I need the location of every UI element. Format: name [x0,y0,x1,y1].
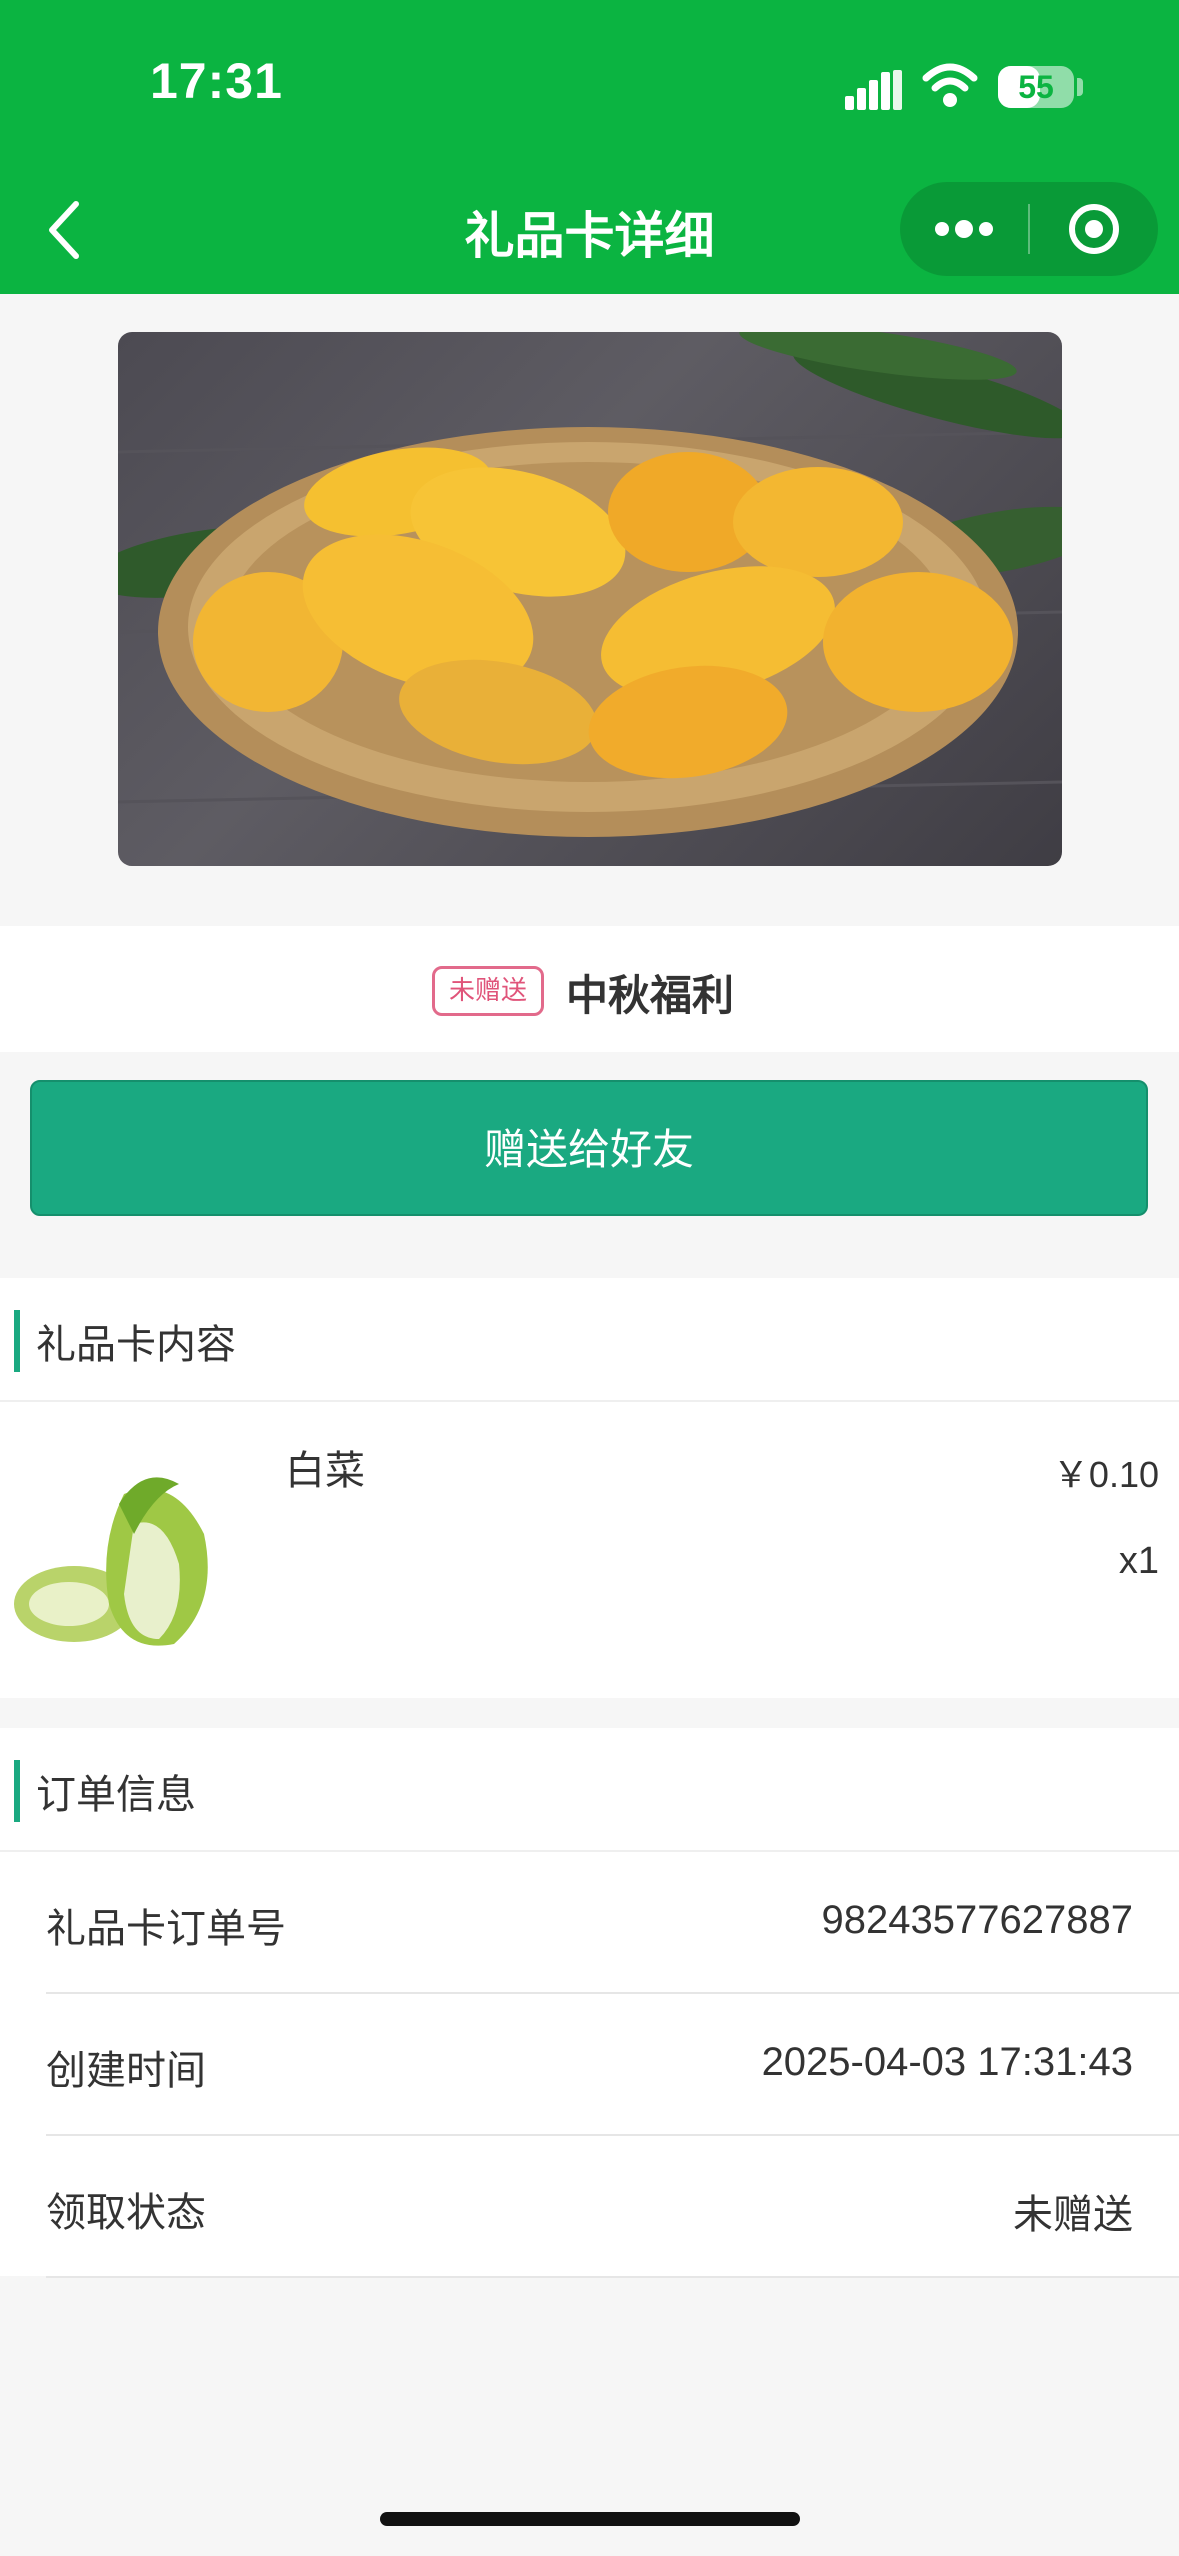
home-indicator[interactable] [380,2512,800,2526]
close-mini-program-button[interactable] [1030,182,1158,276]
wifi-icon [922,63,978,107]
claim-status-row: 领取状态 未赠送 [46,2136,1179,2278]
card-title-row: 未赠送 中秋福利 [0,926,1179,1052]
product-name: 白菜 [285,1448,365,1494]
section-title: 礼品卡内容 [36,1322,236,1368]
gift-card-banner-image [118,332,1062,866]
mini-program-capsule [900,182,1158,276]
target-close-icon [1069,204,1119,254]
gift-card-contents-section: 礼品卡内容 白菜 ￥0.10 x1 [0,1278,1179,1698]
header-bar: 17:31 55 礼品卡详细 [0,0,1179,294]
order-number-row: 礼品卡订单号 98243577627887 [46,1852,1179,1994]
section-accent-bar [14,1310,20,1372]
order-info-section: 订单信息 礼品卡订单号 98243577627887 创建时间 2025-04-… [0,1728,1179,2278]
product-quantity: x1 [1118,1540,1159,1582]
send-to-friend-button[interactable]: 赠送给好友 [30,1080,1148,1216]
battery-icon: 55 [998,66,1074,108]
battery-nub [1077,78,1083,96]
battery-level: 55 [1018,69,1054,105]
created-time-value: 2025-04-03 17:31:43 [761,2040,1133,2084]
section-header: 礼品卡内容 [0,1278,1179,1402]
status-time: 17:31 [150,53,283,109]
section-title: 订单信息 [36,1772,196,1818]
cellular-signal-icon [845,70,902,110]
created-time-row: 创建时间 2025-04-03 17:31:43 [46,1994,1179,2136]
card-name: 中秋福利 [566,971,735,1020]
created-time-label: 创建时间 [46,2048,206,2094]
claim-status-value: 未赠送 [1013,2192,1133,2238]
order-number-value: 98243577627887 [821,1898,1133,1942]
product-image [14,1477,208,1646]
claim-status-label: 领取状态 [46,2190,206,2236]
more-dots-icon [935,220,993,238]
product-price: ￥0.10 [1052,1454,1159,1495]
mango-basket-illustration [118,332,1062,837]
section-accent-bar [14,1760,20,1822]
more-button[interactable] [900,182,1028,276]
section-header: 订单信息 [0,1728,1179,1852]
status-badge: 未赠送 [432,966,545,1016]
order-number-label: 礼品卡订单号 [46,1906,286,1952]
